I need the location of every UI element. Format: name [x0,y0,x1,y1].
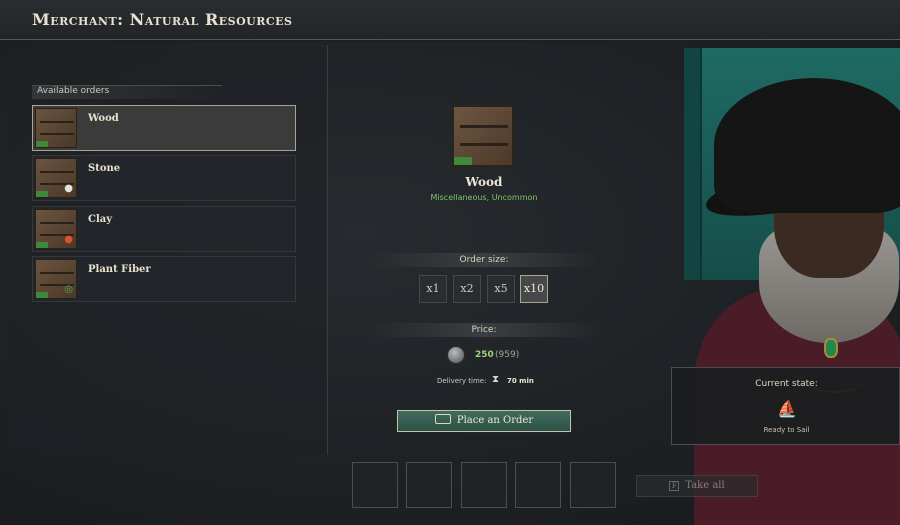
take-all-button[interactable]: F Take all [636,475,758,497]
wood-item-icon [452,105,514,167]
order-item-clay[interactable]: ● Clay [32,206,296,252]
size-x2-button[interactable]: x2 [453,275,481,303]
order-item-label: Plant Fiber [88,264,151,275]
merchant-portrait [684,48,900,525]
place-order-label: Place an Order [456,415,534,426]
delivery-slot[interactable] [352,462,398,508]
price-value: 250 [475,350,494,360]
size-x5-button[interactable]: x5 [487,275,515,303]
ship-icon: ⛵ [777,399,797,418]
size-x10-button[interactable]: x10 [520,275,548,303]
delivery-slot[interactable] [461,462,507,508]
window-title: Merchant: Natural Resources [32,10,293,29]
order-size-label: Order size: [368,253,600,267]
order-item-label: Stone [88,163,121,174]
price-label: Price: [368,323,600,337]
size-x1-button[interactable]: x1 [419,275,447,303]
clay-crate-icon: ● [35,209,77,249]
order-item-label: Wood [88,113,119,124]
delivery-slot[interactable] [515,462,561,508]
delivery-slot[interactable] [570,462,616,508]
panel-divider [327,45,328,455]
take-all-label: Take all [685,480,725,491]
wood-crate-icon [35,108,77,148]
current-state-panel: Current state: ⛵ Ready to Sail [671,367,900,445]
order-item-wood[interactable]: Wood [32,105,296,151]
key-hint: F [669,481,680,491]
stone-crate-icon: ● [35,158,77,198]
place-order-button[interactable]: Place an Order [397,410,571,432]
plant-fiber-crate-icon: ◎ [35,259,77,299]
delivery-label: Delivery time: [437,377,487,385]
pirate-hat [714,78,900,213]
item-subtitle: Miscellaneous, Uncommon [430,193,538,202]
orders-header: Available orders [32,85,222,99]
banner-edge [684,48,702,280]
title-bar: Merchant: Natural Resources [0,0,900,40]
hourglass-icon: ⧗ [492,374,500,385]
state-title: Current state: [755,379,818,389]
item-name: Wood [465,175,503,189]
state-value: Ready to Sail [763,426,810,434]
price-owned: (959) [495,350,520,360]
keyboard-key-icon [434,414,451,424]
order-item-plant-fiber[interactable]: ◎ Plant Fiber [32,256,296,302]
order-item-label: Clay [88,214,113,225]
delivery-value: 70 min [507,377,534,385]
silver-coin-icon [447,346,465,364]
emerald-pendant [824,338,838,358]
order-item-stone[interactable]: ● Stone [32,155,296,201]
delivery-slot[interactable] [406,462,452,508]
